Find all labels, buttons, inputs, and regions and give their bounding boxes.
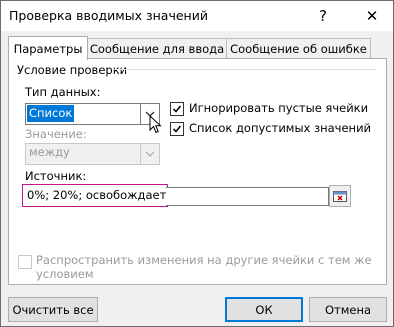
group-separator xyxy=(114,69,376,70)
tab-settings[interactable]: Параметры xyxy=(8,36,88,60)
source-value: 0%; 20%; освобождается xyxy=(27,188,180,202)
validation-criteria-label: Условие проверки xyxy=(17,63,128,77)
data-validation-dialog: Проверка вводимых значений ? ✕ Параметры… xyxy=(0,0,394,327)
close-icon[interactable]: ✕ xyxy=(357,3,387,29)
range-select-button[interactable] xyxy=(329,185,351,207)
tab-input-message[interactable]: Сообщение для ввода xyxy=(87,38,227,59)
apply-to-all-label-line1: Распространить изменения на другие ячейк… xyxy=(36,253,372,267)
settings-panel: Условие проверки Тип данных: Список Игно… xyxy=(8,58,387,285)
ignore-blank-checkbox[interactable] xyxy=(170,102,184,116)
checkmark-icon xyxy=(172,125,182,133)
allow-value: Список xyxy=(27,105,75,122)
mouse-cursor-icon xyxy=(149,115,162,134)
checkmark-icon xyxy=(172,105,182,113)
data-label: Значение: xyxy=(25,127,87,141)
title-bar: Проверка вводимых значений ? ✕ xyxy=(1,1,393,31)
ignore-blank-label: Игнорировать пустые ячейки xyxy=(189,101,369,115)
dialog-title: Проверка вводимых значений xyxy=(9,8,208,23)
apply-to-all-label-line2: условием xyxy=(36,267,94,281)
ok-button[interactable]: ОК xyxy=(225,297,303,322)
data-value: между xyxy=(29,145,70,159)
chevron-down-icon xyxy=(140,144,159,164)
clear-all-button[interactable]: Очистить все xyxy=(8,297,98,322)
help-button[interactable]: ? xyxy=(308,3,338,29)
tab-error-alert[interactable]: Сообщение об ошибке xyxy=(226,38,371,59)
collapse-dialog-icon xyxy=(333,190,347,202)
apply-to-all-checkbox[interactable] xyxy=(18,255,32,269)
source-input-tail[interactable] xyxy=(166,187,329,206)
cancel-button[interactable]: Отмена xyxy=(309,297,387,322)
in-cell-dropdown-label: Список допустимых значений xyxy=(189,121,372,135)
in-cell-dropdown-checkbox[interactable] xyxy=(170,122,184,136)
allow-label: Тип данных: xyxy=(25,85,101,99)
allow-combobox[interactable]: Список xyxy=(25,103,160,125)
source-label: Источник: xyxy=(25,169,87,183)
data-combobox: между xyxy=(25,143,160,165)
source-input[interactable]: 0%; 20%; освобождается xyxy=(22,184,180,207)
